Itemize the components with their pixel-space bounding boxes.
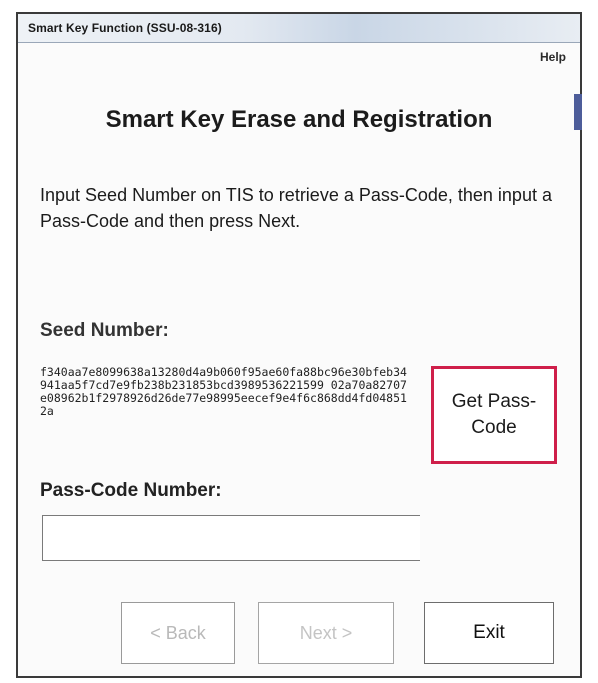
- page-title: Smart Key Erase and Registration: [105, 106, 493, 133]
- instructions-text: Input Seed Number on TIS to retrieve a P…: [40, 185, 552, 231]
- pass-code-number-label: Pass-Code Number:: [40, 480, 222, 501]
- pass-code-input[interactable]: [42, 515, 420, 561]
- menu-bar: Help: [18, 43, 580, 69]
- get-pass-code-button[interactable]: Get Pass-Code: [431, 366, 557, 464]
- seed-number-label: Seed Number:: [40, 320, 169, 341]
- window-title: Smart Key Function (SSU-08-316): [28, 21, 222, 35]
- smart-key-window: Smart Key Function (SSU-08-316) Help Sma…: [16, 12, 582, 678]
- help-menu[interactable]: Help: [540, 50, 566, 64]
- seed-number-value: f340aa7e8099638a13280d4a9b060f95ae60fa88…: [40, 365, 407, 418]
- next-button[interactable]: Next >: [258, 602, 394, 664]
- back-button[interactable]: < Back: [121, 602, 235, 664]
- exit-button[interactable]: Exit: [424, 602, 554, 664]
- title-bar[interactable]: Smart Key Function (SSU-08-316): [18, 14, 580, 43]
